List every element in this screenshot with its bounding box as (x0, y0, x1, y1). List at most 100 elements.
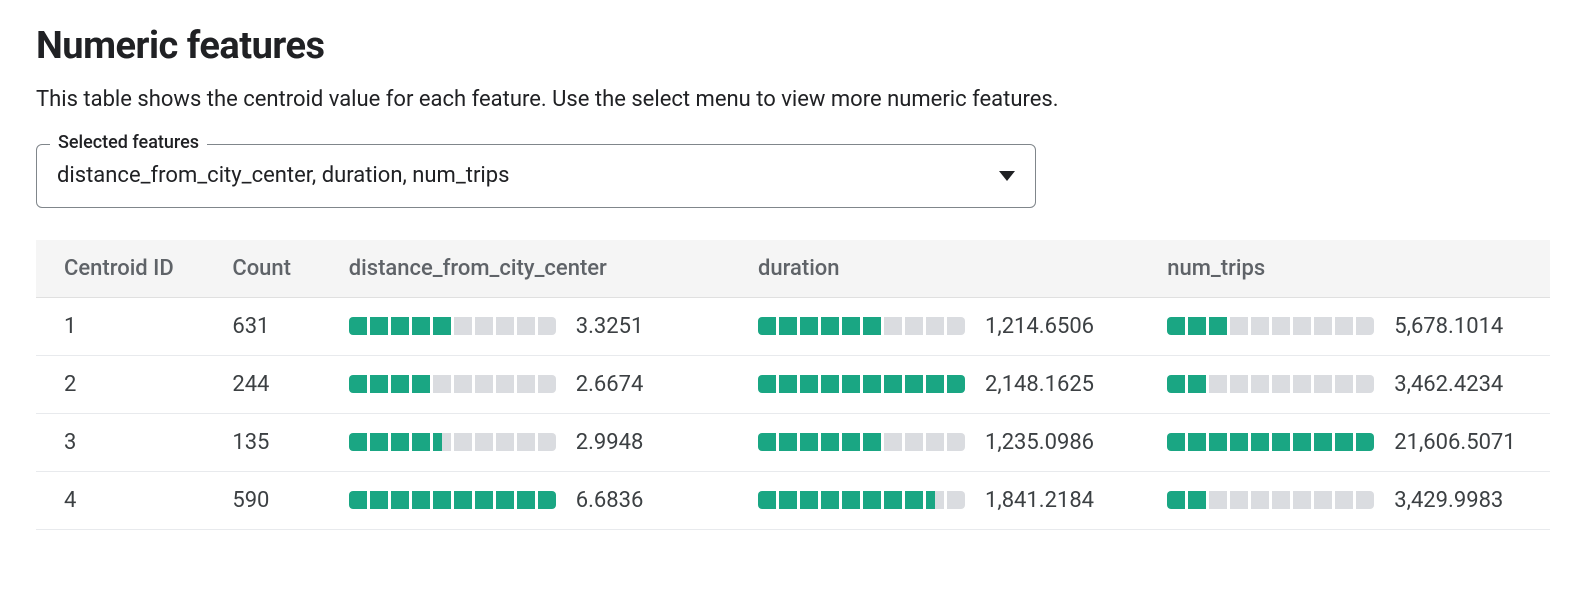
segment-bar (758, 491, 965, 509)
segment (863, 375, 881, 393)
features-table: Centroid ID Count distance_from_city_cen… (36, 240, 1550, 530)
segment (800, 433, 818, 451)
feature-cell: 21,606.5071 (1167, 430, 1522, 455)
cell-centroid-id: 3 (36, 413, 204, 471)
cell-distance: 2.9948 (321, 413, 730, 471)
segment (433, 375, 451, 393)
segment (905, 491, 923, 509)
segment (391, 317, 409, 335)
segment (1251, 375, 1269, 393)
segment (1188, 317, 1206, 335)
segment (1293, 491, 1311, 509)
table-row: 16313.32511,214.65065,678.1014 (36, 297, 1550, 355)
segment-bar (1167, 375, 1374, 393)
segment (800, 375, 818, 393)
segment (863, 491, 881, 509)
segment-bar (349, 317, 556, 335)
segment (454, 491, 472, 509)
feature-value: 2,148.1625 (985, 372, 1105, 397)
segment-bar (349, 433, 556, 451)
segment (1335, 491, 1353, 509)
segment (1230, 317, 1248, 335)
feature-cell: 1,235.0986 (758, 430, 1111, 455)
segment (1272, 375, 1290, 393)
segment (800, 317, 818, 335)
segment (863, 317, 881, 335)
segment-bar (758, 317, 965, 335)
segment (800, 491, 818, 509)
segment (1230, 433, 1248, 451)
col-centroid-id: Centroid ID (36, 240, 204, 298)
segment (412, 317, 430, 335)
segment (475, 491, 493, 509)
segment (538, 317, 556, 335)
segment (1272, 317, 1290, 335)
segment (391, 375, 409, 393)
segment (475, 375, 493, 393)
segment (758, 433, 776, 451)
segment (1335, 433, 1353, 451)
cell-numtrips: 5,678.1014 (1139, 297, 1550, 355)
segment (1230, 375, 1248, 393)
segment (821, 491, 839, 509)
segment (1356, 317, 1374, 335)
segment (1314, 317, 1332, 335)
segment (1230, 491, 1248, 509)
cell-numtrips: 21,606.5071 (1139, 413, 1550, 471)
cell-count: 135 (204, 413, 320, 471)
selected-features-field[interactable]: Selected features distance_from_city_cen… (36, 144, 1036, 208)
segment-bar (349, 491, 556, 509)
segment (496, 433, 514, 451)
segment (1356, 433, 1374, 451)
segment (517, 491, 535, 509)
cell-numtrips: 3,462.4234 (1139, 355, 1550, 413)
segment (1356, 491, 1374, 509)
segment (370, 433, 388, 451)
segment (496, 317, 514, 335)
selected-features-select[interactable]: distance_from_city_center, duration, num… (36, 144, 1036, 208)
segment (1272, 433, 1290, 451)
segment (779, 433, 797, 451)
segment (926, 491, 944, 509)
feature-value: 21,606.5071 (1394, 430, 1515, 455)
feature-cell: 6.6836 (349, 488, 702, 513)
cell-count: 631 (204, 297, 320, 355)
cell-count: 244 (204, 355, 320, 413)
segment (884, 375, 902, 393)
segment (391, 491, 409, 509)
segment-bar (1167, 317, 1374, 335)
segment (412, 433, 430, 451)
segment (1335, 317, 1353, 335)
table-row: 31352.9948 1,235.0986 21,606.5071 (36, 413, 1550, 471)
cell-distance: 2.6674 (321, 355, 730, 413)
chevron-down-icon (999, 171, 1015, 181)
segment (947, 491, 965, 509)
segment (1272, 491, 1290, 509)
segment (1209, 375, 1227, 393)
segment (884, 491, 902, 509)
table-header-row: Centroid ID Count distance_from_city_cen… (36, 240, 1550, 298)
segment (1188, 491, 1206, 509)
segment (926, 317, 944, 335)
segment (517, 375, 535, 393)
feature-value: 1,235.0986 (985, 430, 1105, 455)
segment (905, 375, 923, 393)
cell-duration: 1,841.2184 (730, 471, 1139, 529)
segment (496, 491, 514, 509)
feature-value: 3,429.9983 (1394, 488, 1514, 513)
segment (758, 375, 776, 393)
segment (1314, 375, 1332, 393)
segment (1167, 317, 1185, 335)
segment (1251, 433, 1269, 451)
segment (779, 375, 797, 393)
selected-features-value: distance_from_city_center, duration, num… (57, 163, 509, 188)
segment (947, 375, 965, 393)
table-row: 45906.68361,841.21843,429.9983 (36, 471, 1550, 529)
feature-cell: 2.6674 (349, 372, 702, 397)
segment (863, 433, 881, 451)
cell-centroid-id: 4 (36, 471, 204, 529)
feature-cell: 3.3251 (349, 314, 702, 339)
segment (842, 491, 860, 509)
segment (1167, 433, 1185, 451)
segment (779, 491, 797, 509)
